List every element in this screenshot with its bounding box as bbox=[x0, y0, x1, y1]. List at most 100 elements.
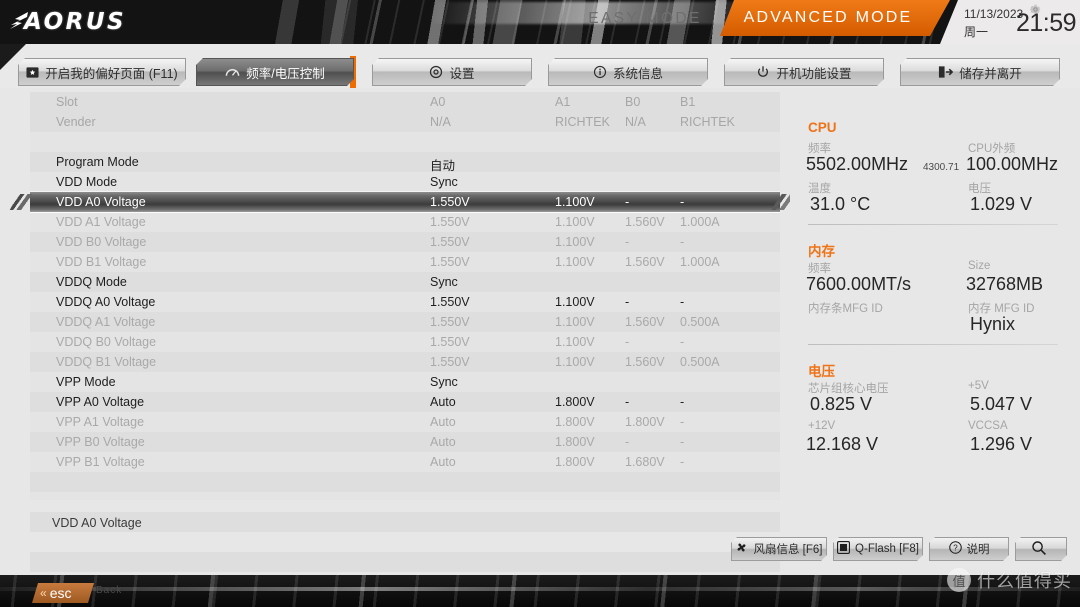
row-label: VDDQ B1 Voltage bbox=[56, 355, 157, 369]
row-col-3: - bbox=[625, 235, 630, 249]
table-row[interactable]: VDDQ A1 Voltage 1.550V 1.100V 1.560V 0.500A bbox=[30, 312, 780, 332]
table-row[interactable]: VDD A1 Voltage 1.550V 1.100V 1.560V 1.000A bbox=[30, 212, 780, 232]
tab-label: 开启我的偏好页面 (F11) bbox=[45, 66, 178, 81]
row-col-3: 1.560V bbox=[625, 215, 665, 229]
table-row[interactable]: Program Mode 自动 bbox=[30, 152, 780, 173]
table-row[interactable] bbox=[30, 132, 780, 152]
row-label: Program Mode bbox=[56, 155, 139, 169]
row-label: VDD Mode bbox=[56, 175, 118, 189]
esc-button[interactable]: « esc bbox=[32, 583, 94, 603]
help-button[interactable]: ? 说明 bbox=[929, 537, 1009, 561]
row-col-4: 0.500A bbox=[680, 355, 720, 369]
row-col-1: Sync bbox=[430, 275, 458, 289]
tab-settings[interactable]: 设置 bbox=[372, 58, 532, 86]
row-label: VDD B0 Voltage bbox=[56, 235, 147, 249]
row-label: VDD B1 Voltage bbox=[56, 255, 147, 269]
row-col-2: A1 bbox=[555, 95, 571, 109]
row-col-3: - bbox=[625, 335, 630, 349]
voltage-section-title: 电压 bbox=[808, 364, 835, 379]
table-row[interactable]: VPP B1 Voltage Auto 1.800V 1.680V - bbox=[30, 452, 780, 472]
table-row[interactable]: VDD Mode Sync bbox=[30, 172, 780, 192]
tab-tweaker[interactable]: 频率/电压控制 bbox=[196, 58, 354, 86]
watermark-text: 什么值得买 bbox=[977, 571, 1072, 591]
table-row[interactable]: VDDQ B0 Voltage 1.550V 1.100V - - bbox=[30, 332, 780, 352]
chevron-left-icon: « bbox=[40, 586, 47, 600]
fan-info-button[interactable]: 风扇信息 [F6] bbox=[731, 537, 827, 561]
row-col-2: 1.800V bbox=[555, 455, 595, 469]
search-button[interactable] bbox=[1015, 537, 1067, 561]
tweaker-icon bbox=[225, 66, 240, 79]
v5-label: +5V bbox=[968, 380, 989, 392]
row-label: VDDQ Mode bbox=[56, 275, 127, 289]
row-col-2: 1.800V bbox=[555, 395, 595, 409]
easy-mode-tab[interactable]: EASY MODE bbox=[560, 6, 730, 32]
row-col-1: Auto bbox=[430, 415, 456, 429]
tab-label: 开机功能设置 bbox=[776, 66, 852, 81]
help-text: VDD A0 Voltage bbox=[52, 516, 142, 530]
row-label: VDD A1 Voltage bbox=[56, 215, 146, 229]
row-col-3: - bbox=[625, 435, 630, 449]
esc-label: esc bbox=[49, 585, 72, 601]
table-row[interactable]: Vender N/A RICHTEK N/A RICHTEK bbox=[30, 112, 780, 132]
mem-size-label: Size bbox=[968, 260, 991, 272]
table-row[interactable] bbox=[30, 532, 780, 552]
row-col-1: Sync bbox=[430, 175, 458, 189]
table-row[interactable]: VDDQ B1 Voltage 1.550V 1.100V 1.560V 0.500A bbox=[30, 352, 780, 372]
row-col-1: 1.550V bbox=[430, 215, 470, 229]
table-row[interactable]: VDDQ Mode Sync bbox=[30, 272, 780, 292]
vccsa-value: 1.296 V bbox=[970, 434, 1033, 454]
table-row[interactable]: VDD B0 Voltage 1.550V 1.100V - - bbox=[30, 232, 780, 252]
cpu-freq-note: 4300.71 bbox=[923, 162, 960, 173]
row-label: VPP A1 Voltage bbox=[56, 415, 145, 429]
tab-save-exit[interactable]: 储存并离开 bbox=[900, 58, 1060, 86]
row-col-1: 1.550V bbox=[430, 195, 470, 209]
table-row[interactable]: VDD A0 Voltage 1.550V 1.100V - - bbox=[9, 192, 799, 212]
cpu-freq-value: 5502.00MHz bbox=[806, 154, 909, 174]
info-icon bbox=[593, 65, 607, 79]
row-col-1: Auto bbox=[430, 455, 456, 469]
fan-icon bbox=[735, 541, 748, 557]
cpu-voltage-value: 1.029 V bbox=[970, 194, 1033, 214]
help-bar: VDD A0 Voltage bbox=[30, 515, 780, 535]
clock-weekday: 周一 bbox=[964, 25, 989, 39]
advanced-mode-tab[interactable]: ADVANCED MODE bbox=[728, 6, 928, 30]
table-row[interactable]: VDDQ A0 Voltage 1.550V 1.100V - - bbox=[30, 292, 780, 312]
row-label: Vender bbox=[56, 115, 96, 129]
table-row[interactable]: VPP A0 Voltage Auto 1.800V - - bbox=[30, 392, 780, 412]
row-col-4: 1.000A bbox=[680, 215, 720, 229]
favorite-page-icon bbox=[26, 66, 39, 79]
tab-system-info[interactable]: 系统信息 bbox=[548, 58, 708, 86]
row-col-2: RICHTEK bbox=[555, 115, 610, 129]
table-row[interactable]: VPP B0 Voltage Auto 1.800V - - bbox=[30, 432, 780, 452]
tab-favorites[interactable]: 开启我的偏好页面 (F11) bbox=[18, 58, 186, 86]
tab-boot[interactable]: 开机功能设置 bbox=[724, 58, 884, 86]
row-col-4: 0.500A bbox=[680, 315, 720, 329]
exit-icon bbox=[938, 65, 953, 79]
qflash-button[interactable]: Q-Flash [F8] bbox=[833, 537, 923, 561]
qflash-icon bbox=[837, 541, 850, 557]
table-row[interactable]: VDD B1 Voltage 1.550V 1.100V 1.560V 1.000A bbox=[30, 252, 780, 272]
row-label: VPP B0 Voltage bbox=[56, 435, 145, 449]
memory-section-title: 内存 bbox=[808, 244, 835, 259]
row-col-1: 1.550V bbox=[430, 295, 470, 309]
vcore-value: 0.825 V bbox=[810, 394, 873, 414]
tab-label: 储存并离开 bbox=[959, 66, 1022, 81]
settings-list: Slot A0 A1 B0 B1 Vender N/A RICHTEK N/A RICHTEK Pr… bbox=[9, 92, 799, 572]
selection-arrow-left-icon bbox=[9, 194, 37, 210]
row-label: VPP Mode bbox=[56, 375, 116, 389]
table-row[interactable]: VPP A1 Voltage Auto 1.800V 1.800V - bbox=[30, 412, 780, 432]
table-row[interactable] bbox=[30, 472, 780, 492]
hardware-info-panel: CPU 频率 5502.00MHz 4300.71 CPU外频 100.00MH… bbox=[790, 92, 1080, 500]
row-col-2: 1.800V bbox=[555, 415, 595, 429]
row-col-4: RICHTEK bbox=[680, 115, 735, 129]
table-row[interactable] bbox=[30, 492, 780, 512]
footer-texture bbox=[0, 575, 1080, 607]
cpu-temp-value: 31.0 °C bbox=[810, 194, 871, 214]
table-row[interactable] bbox=[30, 552, 780, 572]
gear-icon[interactable] bbox=[1029, 3, 1042, 16]
table-row[interactable]: VPP Mode Sync bbox=[30, 372, 780, 392]
table-row[interactable]: Slot A0 A1 B0 B1 bbox=[30, 92, 780, 112]
divider bbox=[808, 224, 1058, 225]
row-col-4: - bbox=[680, 235, 685, 249]
nav-tabs-bar: 开启我的偏好页面 (F11) 频率/电压控制 设置 系统信息 开机功能设置 储存… bbox=[0, 44, 1080, 88]
